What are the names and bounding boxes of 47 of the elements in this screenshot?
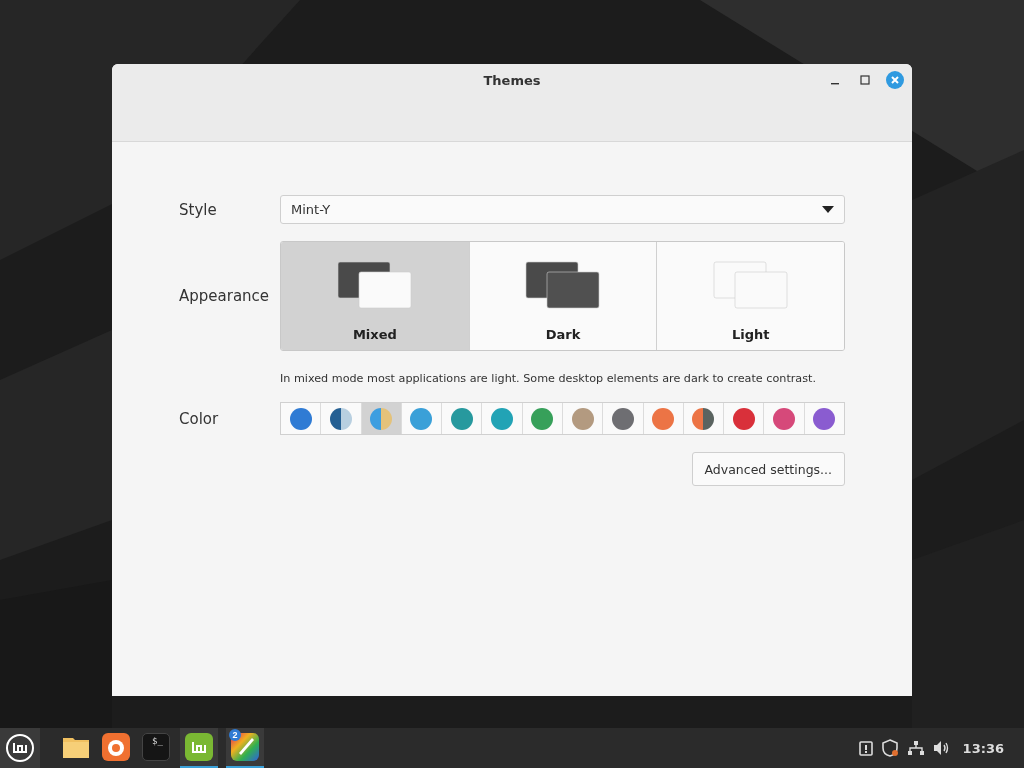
windows-icon [525,261,601,309]
color-swatch[interactable] [642,403,683,434]
color-swatch[interactable] [682,403,724,434]
color-swatch[interactable] [400,403,442,434]
close-icon [886,71,904,89]
color-swatch[interactable] [360,403,401,434]
launcher-button[interactable]: $_ [140,728,172,768]
clipboard-icon[interactable] [858,740,873,756]
launcher-button[interactable]: 2 [226,728,264,768]
paint-icon [230,732,260,762]
mint-logo-icon [184,732,214,762]
volume-icon[interactable] [932,740,951,756]
color-swatch[interactable] [803,403,844,434]
color-swatch[interactable] [441,403,482,434]
windows-icon [336,261,413,309]
color-swatch[interactable] [320,403,361,434]
mint-logo-icon [5,733,35,763]
color-swatch[interactable] [561,403,603,434]
terminal-icon: $_ [142,733,170,761]
count-badge: 2 [229,729,241,741]
color-swatch[interactable] [521,403,562,434]
network-icon[interactable] [906,740,925,756]
clock-text[interactable]: 13:36 [962,740,1004,756]
color-swatch[interactable] [723,403,764,434]
appearance-option[interactable]: Dark [468,242,657,350]
launcher-button[interactable] [180,728,218,768]
appearance-option[interactable]: Light [656,242,844,350]
color-swatch[interactable] [602,403,643,434]
appearance-option[interactable]: Mixed [281,242,469,350]
shield-icon[interactable] [880,739,899,757]
description-text: In mixed mode most applications are light. Some desktop elements are dark to create contrast. [280,372,816,385]
color-swatch[interactable] [481,403,522,434]
menu-button[interactable] [0,728,40,768]
field-label: Style [179,200,218,219]
style-dropdown[interactable]: Mint-Y [280,195,845,224]
color-swatch[interactable] [281,403,321,434]
advanced-settings-button[interactable]: Advanced settings... [691,452,845,486]
windows-icon [712,261,789,309]
browser-icon [101,732,131,762]
minimize-icon [831,83,839,85]
caret-icon [822,205,834,214]
field-label: Appearance [179,287,271,305]
maximize-icon [860,75,870,85]
close-button[interactable] [886,71,904,89]
window-title: Themes [483,73,541,88]
field-label: Color [179,409,220,428]
color-swatch[interactable] [763,403,804,434]
